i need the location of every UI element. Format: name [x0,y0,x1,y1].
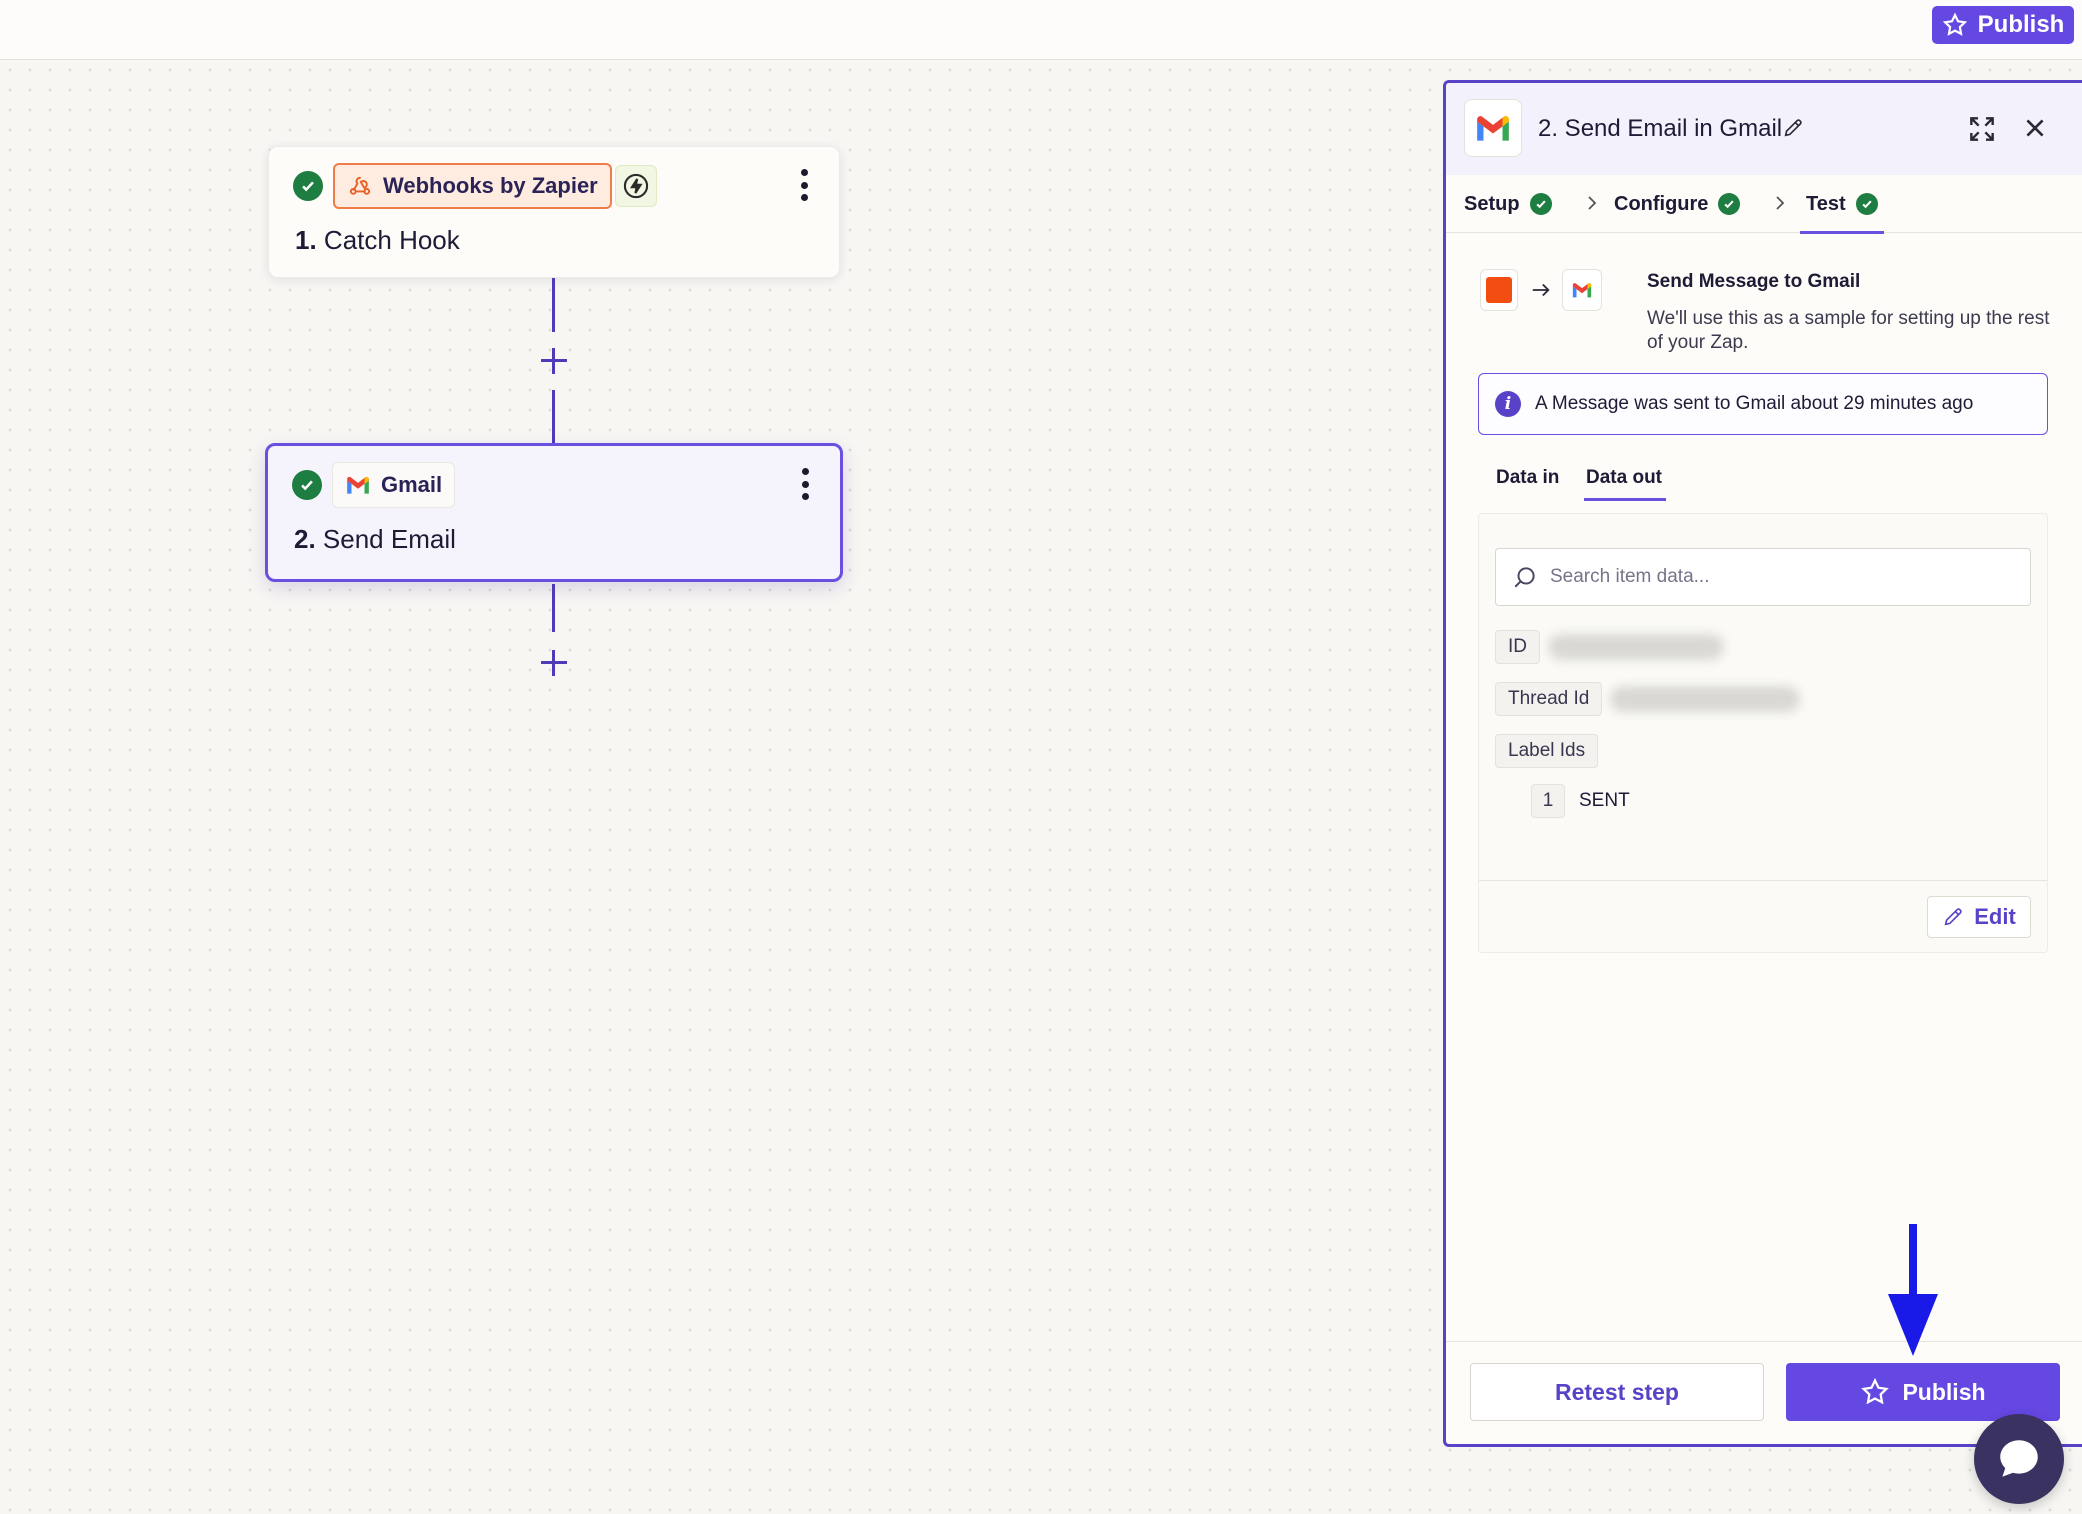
footer-divider [1446,1341,2082,1342]
info-banner: i A Message was sent to Gmail about 29 m… [1478,373,2048,435]
data-out-panel: ID Thread Id Label Ids 1 SENT Edit [1478,513,2048,953]
divider [1479,880,2047,881]
step-menu-button[interactable] [798,468,812,500]
webhook-icon [349,176,371,195]
chat-support-button[interactable] [1974,1414,2064,1504]
gmail-icon [1477,116,1509,141]
step-menu-button[interactable] [797,169,811,201]
tab-data-in[interactable]: Data in [1496,455,1559,501]
app-name: Webhooks by Zapier [383,173,598,198]
panel-header: 2. Send Email in Gmail [1446,83,2082,175]
check-icon [1529,193,1552,215]
check-icon [293,171,323,201]
gmail-app-tile [1464,99,1522,157]
check-icon [1855,193,1878,215]
search-input[interactable] [1550,566,2010,588]
top-publish-button[interactable]: Publish [1932,6,2074,44]
step-title: 2. Send Email [294,524,456,554]
gmail-icon [347,476,369,494]
expand-icon[interactable] [1966,113,1998,145]
webhook-app-tile [1480,269,1518,311]
pencil-icon [1944,908,1962,926]
app-chip-webhooks[interactable]: Webhooks by Zapier [333,163,612,209]
tab-configure[interactable]: Configure [1614,175,1741,233]
step-detail-panel: 2. Send Email in Gmail Setup Configure T… [1443,80,2082,1447]
step-card-catch-hook[interactable]: Webhooks by Zapier 1. Catch Hook [268,146,840,278]
field-row-thread-id: Thread Id [1495,682,1801,716]
chat-icon [2000,1440,2038,1477]
sample-description: We'll use this as a sample for setting u… [1647,308,2050,353]
field-row-label-item: 1 SENT [1531,784,1630,818]
top-bar: Publish [0,0,2082,60]
info-message: A Message was sent to Gmail about 29 min… [1535,393,1974,414]
star-icon [1861,1377,1890,1405]
search-icon [1514,567,1535,588]
arrow-right-icon [1532,283,1550,297]
top-publish-label: Publish [1977,11,2065,38]
publish-button[interactable]: Publish [1786,1363,2060,1421]
tab-data-out[interactable]: Data out [1584,455,1666,501]
redacted-value [1548,634,1724,660]
add-step-button[interactable] [539,346,569,376]
star-icon [1942,12,1967,36]
field-key[interactable]: ID [1495,630,1540,664]
field-row-id: ID [1495,630,1724,664]
field-value: SENT [1579,790,1630,811]
gmail-app-tile [1562,269,1602,311]
connector-line [552,390,555,444]
bolt-icon [623,173,649,199]
connector-line [552,278,555,332]
check-icon [1718,193,1741,215]
field-key[interactable]: Label Ids [1495,734,1599,768]
field-key[interactable]: Thread Id [1495,682,1603,716]
gmail-icon [1572,283,1592,298]
retest-step-button[interactable]: Retest step [1470,1363,1764,1421]
app-chip-gmail[interactable]: Gmail [332,462,456,508]
pencil-icon[interactable] [1782,117,1804,139]
info-icon: i [1495,391,1521,417]
step-tabs: Setup Configure Test [1446,175,2082,234]
step-title: 1. Catch Hook [295,225,460,255]
search-field[interactable] [1495,548,2031,606]
edit-button[interactable]: Edit [1927,896,2031,938]
chevron-right-icon [1588,196,1597,210]
tab-setup[interactable]: Setup [1464,175,1552,233]
app-name: Gmail [381,472,443,497]
add-step-button[interactable] [539,648,569,678]
redacted-value [1610,686,1801,712]
chevron-right-icon [1776,196,1785,210]
annotation-arrow-down-icon [1888,1224,1938,1356]
tab-test[interactable]: Test [1800,175,1884,234]
sample-title: Send Message to Gmail [1647,271,1861,292]
panel-title: 2. Send Email in Gmail [1538,115,1783,142]
field-row-label-ids: Label Ids [1495,734,1599,768]
connector-line [552,584,555,632]
instant-trigger-badge [615,165,657,207]
field-index: 1 [1531,784,1565,818]
check-icon [292,470,322,500]
close-icon[interactable] [2022,115,2048,141]
step-card-send-email[interactable]: Gmail 2. Send Email [265,443,843,582]
